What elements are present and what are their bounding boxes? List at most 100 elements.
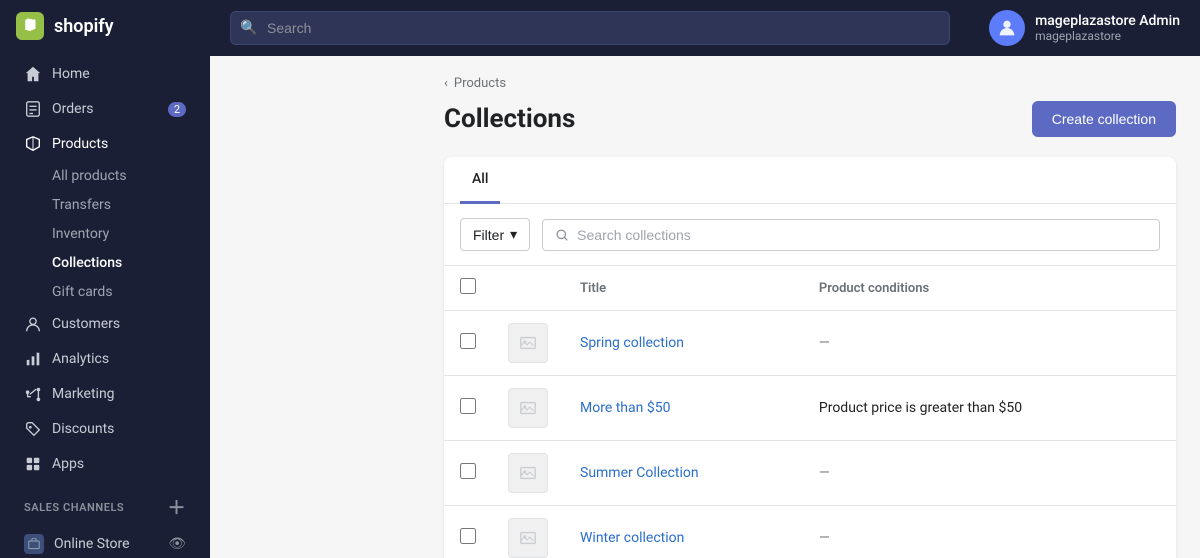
row-checkbox-cell — [444, 376, 492, 441]
sidebar-item-discounts[interactable]: Discounts — [8, 412, 202, 446]
sidebar-item-analytics[interactable]: Analytics — [8, 342, 202, 376]
sidebar-channel-online-store[interactable]: Online Store 👁 — [8, 527, 202, 558]
customers-icon — [24, 315, 42, 333]
row-title-cell: Winter collection — [564, 506, 803, 558]
sidebar-subitem-transfers-label: Transfers — [52, 197, 111, 213]
select-all-checkbox[interactable] — [460, 278, 476, 294]
user-avatar — [989, 10, 1025, 46]
main-content: ‹ Products Collections Create collection… — [420, 56, 1200, 558]
page-header: Collections Create collection — [444, 101, 1176, 137]
tabs: All — [444, 157, 1176, 204]
sidebar-item-analytics-label: Analytics — [52, 351, 109, 367]
table-row: More than $50 Product price is greater t… — [444, 376, 1176, 441]
collection-thumbnail — [508, 388, 548, 428]
sidebar-item-marketing-label: Marketing — [52, 386, 115, 402]
header-conditions: Product conditions — [803, 266, 1176, 311]
search-collections-container — [542, 219, 1160, 251]
search-collections-icon — [555, 228, 569, 242]
sidebar-logo[interactable]: shopify — [0, 0, 210, 52]
sidebar: shopify Home Orders 2 Products All p — [0, 0, 210, 558]
search-input[interactable] — [230, 11, 950, 45]
row-image-cell — [492, 311, 564, 376]
row-image-cell — [492, 376, 564, 441]
sidebar-subitem-collections[interactable]: Collections — [8, 249, 202, 277]
sidebar-subitem-transfers[interactable]: Transfers — [8, 191, 202, 219]
row-title-cell: More than $50 — [564, 376, 803, 441]
filter-chevron-icon: ▾ — [510, 226, 517, 243]
create-collection-button[interactable]: Create collection — [1032, 101, 1176, 137]
search-container: 🔍 — [230, 11, 950, 45]
marketing-icon — [24, 385, 42, 403]
row-conditions-cell: — — [803, 441, 1176, 506]
header-image-cell — [492, 266, 564, 311]
sidebar-nav: Home Orders 2 Products All products Tran… — [0, 52, 210, 558]
table-header: Title Product conditions — [444, 266, 1176, 311]
sidebar-subitem-all-products-label: All products — [52, 168, 127, 184]
user-area[interactable]: mageplazastore Admin mageplazastore — [989, 10, 1180, 46]
search-icon: 🔍 — [240, 20, 257, 36]
row-conditions-cell: Product price is greater than $50 — [803, 376, 1176, 441]
user-info: mageplazastore Admin mageplazastore — [1035, 13, 1180, 43]
sidebar-subitem-inventory-label: Inventory — [52, 226, 109, 242]
row-1-checkbox[interactable] — [460, 333, 476, 349]
row-checkbox-cell — [444, 506, 492, 558]
sidebar-item-apps-label: Apps — [52, 456, 84, 472]
sidebar-item-marketing[interactable]: Marketing — [8, 377, 202, 411]
products-icon — [24, 135, 42, 153]
sidebar-subitem-all-products[interactable]: All products — [8, 162, 202, 190]
user-store: mageplazastore — [1035, 29, 1180, 43]
header-checkbox-cell — [444, 266, 492, 311]
header-title: Title — [564, 266, 803, 311]
collections-card: All Filter ▾ — [444, 157, 1176, 558]
user-name: mageplazastore Admin — [1035, 13, 1180, 29]
sidebar-subitem-gift-cards[interactable]: Gift cards — [8, 278, 202, 306]
online-store-icon — [24, 534, 44, 554]
table-row: Summer Collection — — [444, 441, 1176, 506]
orders-icon — [24, 100, 42, 118]
collection-link[interactable]: Spring collection — [580, 335, 684, 351]
table-row: Spring collection — — [444, 311, 1176, 376]
sidebar-subitem-inventory[interactable]: Inventory — [8, 220, 202, 248]
sales-channels-header: SALES CHANNELS ＋ — [0, 482, 210, 526]
sidebar-item-home[interactable]: Home — [8, 57, 202, 91]
apps-icon — [24, 455, 42, 473]
collection-thumbnail — [508, 453, 548, 493]
filter-button[interactable]: Filter ▾ — [460, 218, 530, 251]
row-4-checkbox[interactable] — [460, 528, 476, 544]
breadcrumb[interactable]: ‹ Products — [444, 76, 1176, 91]
sidebar-item-products[interactable]: Products — [8, 127, 202, 161]
home-icon — [24, 65, 42, 83]
row-checkbox-cell — [444, 311, 492, 376]
sales-channels-label: SALES CHANNELS — [24, 501, 124, 514]
shopify-logo-icon — [16, 12, 44, 40]
online-store-label: Online Store — [54, 536, 130, 552]
sidebar-subitem-collections-label: Collections — [52, 255, 122, 271]
row-image-cell — [492, 441, 564, 506]
analytics-icon — [24, 350, 42, 368]
search-collections-input[interactable] — [577, 227, 1147, 243]
sidebar-item-apps[interactable]: Apps — [8, 447, 202, 481]
topbar: 🔍 mageplazastore Admin mageplazastore — [210, 0, 1200, 56]
sidebar-item-orders[interactable]: Orders 2 — [8, 92, 202, 126]
filter-label: Filter — [473, 227, 504, 243]
add-sales-channel-button[interactable]: ＋ — [167, 494, 186, 520]
row-3-checkbox[interactable] — [460, 463, 476, 479]
table-row: Winter collection — — [444, 506, 1176, 558]
collection-link[interactable]: Summer Collection — [580, 465, 699, 481]
collection-link[interactable]: More than $50 — [580, 400, 670, 416]
orders-badge: 2 — [168, 102, 186, 117]
row-conditions-cell: — — [803, 311, 1176, 376]
sidebar-item-customers[interactable]: Customers — [8, 307, 202, 341]
eye-icon[interactable]: 👁 — [168, 536, 186, 552]
collection-link[interactable]: Winter collection — [580, 530, 684, 546]
sidebar-item-orders-label: Orders — [52, 101, 94, 117]
sidebar-subitem-gift-cards-label: Gift cards — [52, 284, 113, 300]
row-image-cell — [492, 506, 564, 558]
page-title: Collections — [444, 104, 575, 134]
row-2-checkbox[interactable] — [460, 398, 476, 414]
tab-all[interactable]: All — [460, 157, 500, 204]
collection-thumbnail — [508, 518, 548, 558]
collections-table: Title Product conditions — [444, 266, 1176, 558]
sidebar-item-home-label: Home — [52, 66, 90, 82]
table-body: Spring collection — — [444, 311, 1176, 558]
